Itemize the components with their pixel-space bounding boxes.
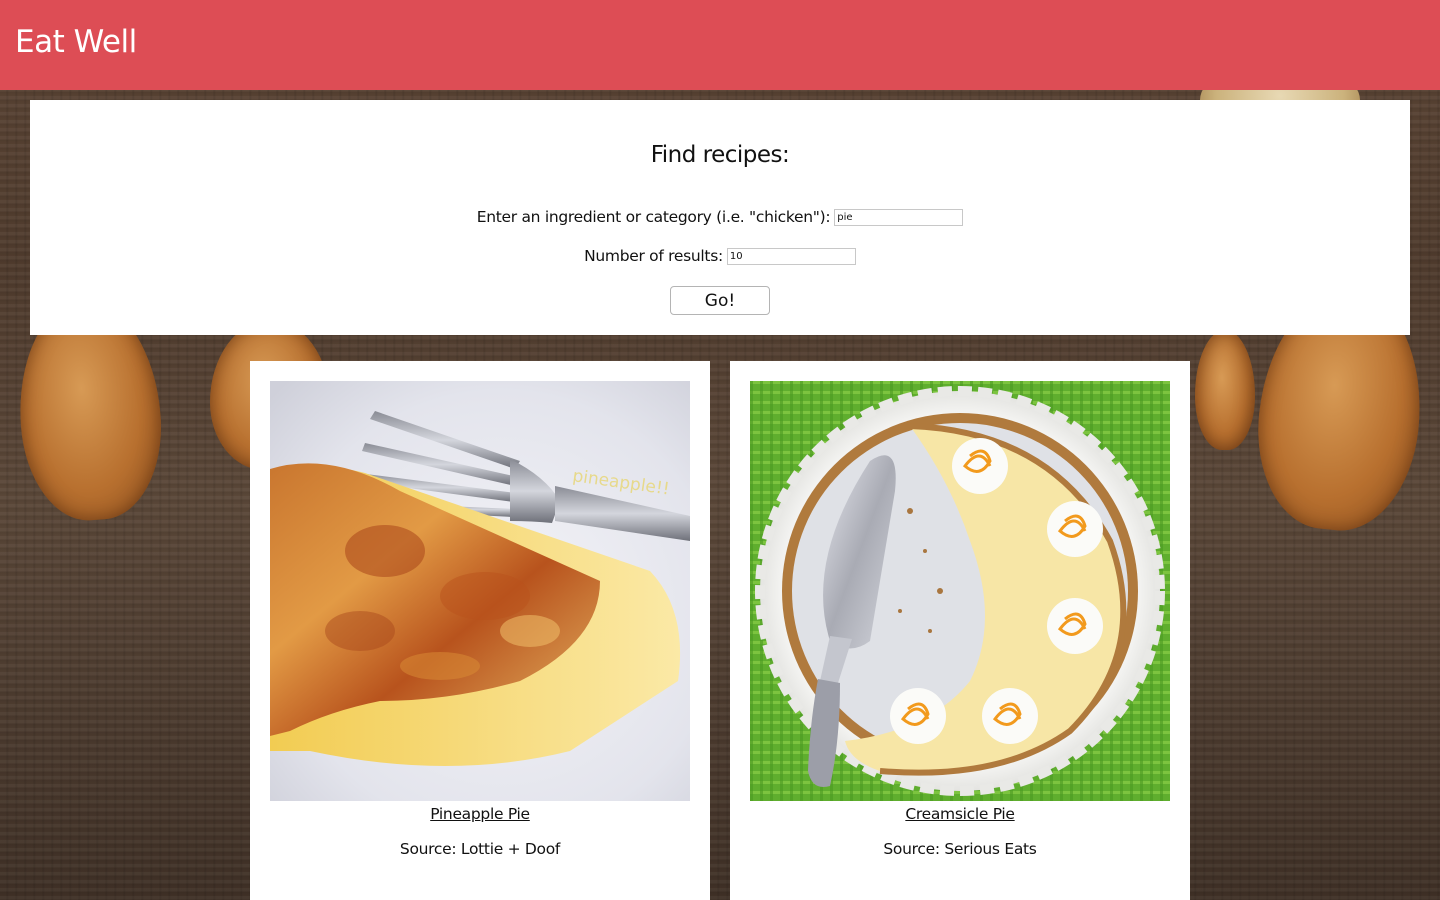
- results-count-input[interactable]: [726, 247, 856, 265]
- search-panel: Find recipes: Enter an ingredient or cat…: [30, 100, 1410, 335]
- pie-slice-with-fork-icon: pineapple!!: [270, 381, 690, 801]
- recipe-image-pineapple-pie[interactable]: pineapple!!: [270, 381, 690, 801]
- recipe-card: pineapple!! Pineapple Pie Source: Lottie…: [250, 361, 710, 900]
- recipe-card: Creamsicle Pie Source: Serious Eats: [730, 361, 1190, 900]
- ingredient-row: Enter an ingredient or category (i.e. "c…: [30, 208, 1410, 226]
- recipe-title-link[interactable]: Creamsicle Pie: [730, 805, 1190, 823]
- brand-title[interactable]: Eat Well: [15, 24, 137, 60]
- recipe-title-link[interactable]: Pineapple Pie: [250, 805, 710, 823]
- results-row: Number of results:: [30, 247, 1410, 265]
- go-button[interactable]: Go!: [670, 286, 770, 315]
- ingredient-label: Enter an ingredient or category (i.e. "c…: [476, 208, 831, 226]
- ingredient-input[interactable]: [834, 208, 964, 226]
- cream-pie-with-server-icon: [750, 381, 1170, 801]
- results-count-label: Number of results:: [584, 247, 723, 265]
- search-title: Find recipes:: [650, 142, 790, 168]
- recipe-source: Source: Serious Eats: [883, 840, 1037, 858]
- recipe-source: Source: Lottie + Doof: [399, 840, 561, 858]
- top-bar: Eat Well: [0, 0, 1440, 90]
- recipe-image-creamsicle-pie[interactable]: [750, 381, 1170, 801]
